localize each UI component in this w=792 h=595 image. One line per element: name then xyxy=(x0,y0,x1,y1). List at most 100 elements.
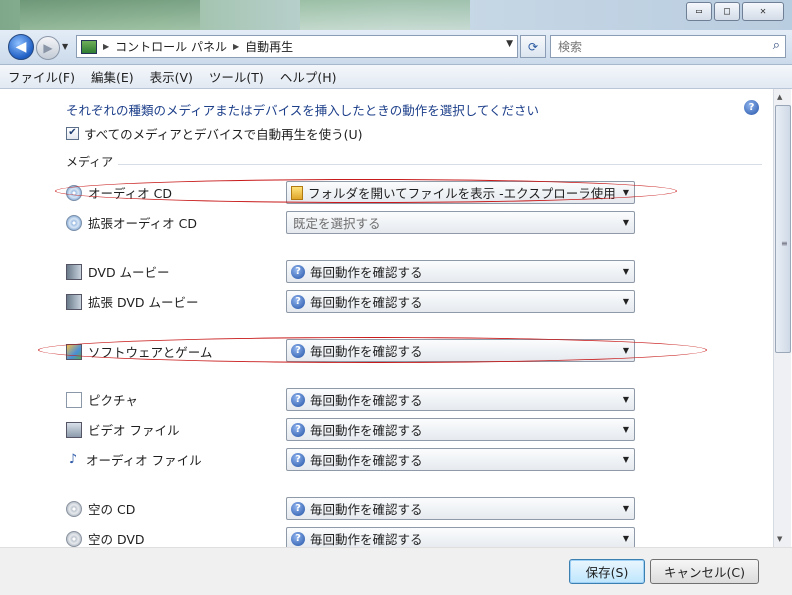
media-label: 空の CD xyxy=(88,502,136,517)
chevron-down-icon: ▼ xyxy=(622,297,629,306)
menu-tools[interactable]: ツール(T) xyxy=(201,67,272,86)
close-icon: ✕ xyxy=(759,6,767,17)
recent-pages-dropdown[interactable]: ▼ xyxy=(62,42,68,51)
media-row-audio-cd: オーディオ CD xyxy=(66,183,172,202)
forward-arrow-icon: ▶ xyxy=(43,41,53,55)
breadcrumb-control-panel[interactable]: コントロール パネル xyxy=(115,38,227,55)
use-autoplay-checkbox-row[interactable]: ✔ すべてのメディアとデバイスで自動再生を使う(U) xyxy=(66,124,363,143)
menu-help[interactable]: ヘルプ(H) xyxy=(272,67,345,86)
autoplay-settings-panel: それぞれの種類のメディアまたはデバイスを挿入したときの動作を選択してください ?… xyxy=(0,89,773,547)
close-button[interactable]: ✕ xyxy=(742,2,784,21)
media-row-enhanced-audio-cd: 拡張オーディオ CD xyxy=(66,213,197,232)
question-icon: ? xyxy=(291,501,305,516)
audio-file-icon: ♪ xyxy=(68,451,78,467)
dropdown-value: 毎回動作を確認する xyxy=(310,295,423,310)
chevron-down-icon: ▼ xyxy=(622,534,629,543)
dropdown-value: フォルダを開いてファイルを表示 -エクスプローラ使用 xyxy=(308,186,616,201)
blank-dvd-action-dropdown[interactable]: ? 毎回動作を確認する ▼ xyxy=(286,527,635,547)
control-panel-icon xyxy=(81,39,97,54)
video-files-action-dropdown[interactable]: ? 毎回動作を確認する ▼ xyxy=(286,418,635,441)
maximize-icon: □ xyxy=(723,6,731,17)
scroll-up-icon[interactable]: ▲ xyxy=(777,93,782,101)
minimize-icon: ▭ xyxy=(695,6,703,17)
chevron-down-icon: ▼ xyxy=(622,188,629,197)
dropdown-value: 毎回動作を確認する xyxy=(310,423,423,438)
question-icon: ? xyxy=(291,452,305,467)
menu-edit[interactable]: 編集(E) xyxy=(83,67,142,86)
menu-file[interactable]: ファイル(F) xyxy=(0,67,83,86)
use-autoplay-checkbox[interactable]: ✔ xyxy=(66,127,79,140)
question-icon: ? xyxy=(291,392,305,407)
enhanced-cd-icon xyxy=(66,214,82,231)
enhanced-dvd-icon xyxy=(66,293,82,310)
media-row-audio-files: ♪ オーディオ ファイル xyxy=(66,450,202,469)
scroll-grip-icon: ≡ xyxy=(781,239,788,248)
dialog-button-bar: 保存(S) キャンセル(C) xyxy=(0,547,792,595)
enhanced-audio-cd-action-dropdown[interactable]: 既定を選択する ▼ xyxy=(286,211,635,234)
vertical-scrollbar[interactable]: ▲ ≡ ▼ xyxy=(773,89,791,547)
media-label: オーディオ ファイル xyxy=(86,453,202,468)
maximize-button[interactable]: □ xyxy=(714,2,740,21)
chevron-down-icon: ▼ xyxy=(622,346,629,355)
enhanced-dvd-movie-action-dropdown[interactable]: ? 毎回動作を確認する ▼ xyxy=(286,290,635,313)
navigation-bar: ◀ ▶ ▼ ▶ コントロール パネル ▶ 自動再生 ▼ ⟳ ⌕ xyxy=(0,30,792,65)
dropdown-value: 毎回動作を確認する xyxy=(310,265,423,280)
forward-button[interactable]: ▶ xyxy=(36,36,60,60)
media-label: 拡張オーディオ CD xyxy=(88,216,197,231)
breadcrumb-separator-icon[interactable]: ▶ xyxy=(103,42,109,51)
dropdown-value: 毎回動作を確認する xyxy=(310,393,423,408)
blank-cd-action-dropdown[interactable]: ? 毎回動作を確認する ▼ xyxy=(286,497,635,520)
dvd-movie-action-dropdown[interactable]: ? 毎回動作を確認する ▼ xyxy=(286,260,635,283)
menu-view[interactable]: 表示(V) xyxy=(142,67,201,86)
question-icon: ? xyxy=(291,294,305,309)
question-icon: ? xyxy=(291,264,305,279)
media-label: ピクチャ xyxy=(88,393,138,408)
media-row-blank-cd: 空の CD xyxy=(66,499,135,518)
refresh-button[interactable]: ⟳ xyxy=(520,35,546,58)
search-input[interactable] xyxy=(556,38,760,55)
address-bar[interactable]: ▶ コントロール パネル ▶ 自動再生 ▼ xyxy=(76,35,518,58)
section-media-heading: メディア xyxy=(66,155,114,169)
back-arrow-icon: ◀ xyxy=(15,39,27,55)
dropdown-value: 毎回動作を確認する xyxy=(310,502,423,517)
scroll-down-icon[interactable]: ▼ xyxy=(777,535,782,543)
window-controls: ▭ □ ✕ xyxy=(686,2,784,21)
breadcrumb-separator-icon[interactable]: ▶ xyxy=(233,42,239,51)
address-dropdown-icon[interactable]: ▼ xyxy=(506,39,513,49)
software-games-action-dropdown[interactable]: ? 毎回動作を確認する ▼ xyxy=(286,339,635,362)
search-box[interactable]: ⌕ xyxy=(550,35,786,58)
minimize-button[interactable]: ▭ xyxy=(686,2,712,21)
dropdown-value: 毎回動作を確認する xyxy=(310,532,423,547)
question-icon: ? xyxy=(291,531,305,546)
breadcrumb-autoplay[interactable]: 自動再生 xyxy=(245,38,293,55)
media-row-blank-dvd: 空の DVD xyxy=(66,529,145,547)
media-label: DVD ムービー xyxy=(88,265,170,280)
help-icon[interactable]: ? xyxy=(744,100,759,115)
background-decoration xyxy=(20,0,200,30)
cancel-button[interactable]: キャンセル(C) xyxy=(650,559,759,584)
use-autoplay-label[interactable]: すべてのメディアとデバイスで自動再生を使う(U) xyxy=(84,124,363,143)
media-row-video-files: ビデオ ファイル xyxy=(66,420,179,439)
refresh-icon: ⟳ xyxy=(527,39,539,54)
scrollbar-thumb[interactable]: ≡ xyxy=(775,105,791,353)
media-label: 空の DVD xyxy=(88,532,145,547)
media-label: ビデオ ファイル xyxy=(88,423,180,438)
media-label: 拡張 DVD ムービー xyxy=(88,295,199,310)
search-icon[interactable]: ⌕ xyxy=(773,38,780,53)
chevron-down-icon: ▼ xyxy=(622,218,629,227)
software-games-icon xyxy=(66,343,82,360)
chevron-down-icon: ▼ xyxy=(622,425,629,434)
dvd-movie-icon xyxy=(66,263,82,280)
pictures-action-dropdown[interactable]: ? 毎回動作を確認する ▼ xyxy=(286,388,635,411)
audio-cd-action-dropdown[interactable]: フォルダを開いてファイルを表示 -エクスプローラ使用 ▼ xyxy=(286,181,635,204)
chevron-down-icon: ▼ xyxy=(622,455,629,464)
audio-files-action-dropdown[interactable]: ? 毎回動作を確認する ▼ xyxy=(286,448,635,471)
save-button[interactable]: 保存(S) xyxy=(569,559,645,584)
media-row-pictures: ピクチャ xyxy=(66,390,138,409)
dropdown-value: 毎回動作を確認する xyxy=(310,344,423,359)
media-label: ソフトウェアとゲーム xyxy=(88,345,213,360)
media-label: オーディオ CD xyxy=(88,186,172,201)
chevron-down-icon: ▼ xyxy=(622,395,629,404)
back-button[interactable]: ◀ xyxy=(8,34,34,60)
menu-bar: ファイル(F) 編集(E) 表示(V) ツール(T) ヘルプ(H) xyxy=(0,65,792,89)
